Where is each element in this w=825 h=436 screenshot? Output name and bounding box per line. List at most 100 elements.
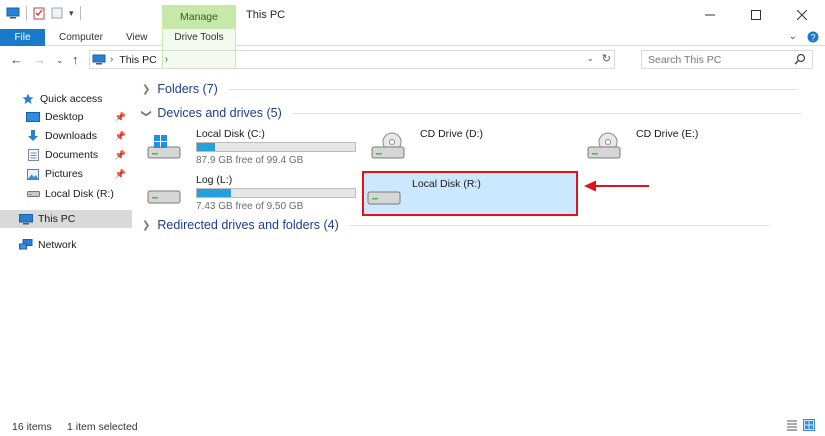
breadcrumb-chevron-icon[interactable]: ›: [165, 54, 168, 65]
ribbon-right-controls: ⌄ ?: [789, 31, 819, 43]
download-arrow-icon: [26, 130, 40, 142]
windows-drive-icon: [147, 135, 181, 159]
pin-icon[interactable]: 📌: [115, 169, 126, 180]
drive-log-l[interactable]: Log (L:) 7.43 GB free of 9.50 GB: [138, 170, 356, 212]
status-bar: 16 items 1 item selected: [0, 416, 825, 436]
cd-drive-icon: [371, 132, 405, 159]
minimize-icon: [705, 14, 715, 15]
navigation-pane: Quick access Desktop 📌 Downloads 📌 Docum…: [0, 74, 132, 404]
ribbon-tabs: File Computer View Drive Tools ⌄ ?: [0, 29, 825, 69]
desktop-folder-icon: [26, 111, 40, 123]
search-placeholder: Search This PC: [648, 53, 722, 66]
toolbar-divider: [26, 6, 27, 20]
search-icon: [794, 53, 806, 65]
tab-view[interactable]: View: [126, 29, 148, 46]
breadcrumb-this-pc[interactable]: This PC: [119, 54, 156, 66]
computer-icon: [92, 54, 106, 65]
computer-icon: [19, 213, 33, 225]
annotation-highlight-box: [362, 171, 578, 216]
address-bar[interactable]: › This PC › ⌄ ↻: [89, 50, 615, 69]
computer-icon[interactable]: [6, 7, 20, 19]
sidebar-item-network[interactable]: Network: [0, 236, 132, 254]
minimize-button[interactable]: [687, 0, 733, 29]
large-icons-view-icon[interactable]: [803, 419, 815, 431]
group-header-redirected[interactable]: ❯ Redirected drives and folders (4): [142, 218, 769, 232]
maximize-button[interactable]: [733, 0, 779, 29]
help-icon[interactable]: ?: [807, 31, 819, 43]
sidebar-item-this-pc[interactable]: This PC: [0, 210, 132, 228]
group-header-devices[interactable]: ❯ Devices and drives (5): [141, 106, 802, 120]
drive-icon: [26, 188, 40, 200]
customize-toolbar-icon[interactable]: ▾: [69, 8, 74, 19]
details-view-icon[interactable]: [786, 419, 798, 431]
properties-icon[interactable]: [33, 7, 45, 20]
quick-access-toolbar: ▾: [6, 6, 81, 20]
sidebar-item-label: Pictures: [45, 168, 83, 180]
sidebar-item-desktop[interactable]: Desktop 📌: [0, 108, 132, 126]
drive-cd-d[interactable]: CD Drive (D:): [362, 124, 542, 164]
drive-usage-bar: [196, 142, 356, 152]
star-icon: [21, 93, 35, 105]
tab-manage[interactable]: Manage: [162, 5, 236, 29]
item-count: 16 items: [12, 421, 52, 433]
pin-icon[interactable]: 📌: [115, 112, 126, 123]
pin-icon[interactable]: 📌: [115, 131, 126, 142]
maximize-icon: [751, 9, 761, 20]
forward-arrow-icon[interactable]: →: [33, 52, 46, 67]
sidebar-item-label: Documents: [45, 149, 99, 161]
recent-locations-icon[interactable]: ⌄: [56, 55, 64, 66]
tab-computer[interactable]: Computer: [59, 29, 103, 46]
drive-usage-fill: [197, 143, 216, 151]
sidebar-item-downloads[interactable]: Downloads 📌: [0, 127, 132, 145]
expand-chevron-icon[interactable]: ❯: [142, 220, 150, 231]
group-header-folders[interactable]: ❯ Folders (7): [142, 82, 798, 96]
new-folder-icon[interactable]: [51, 7, 63, 19]
window-controls: [687, 0, 825, 29]
window-title: This PC: [246, 9, 286, 21]
drive-cd-e[interactable]: CD Drive (E:): [578, 124, 758, 164]
collapse-chevron-icon[interactable]: ❯: [141, 109, 152, 117]
network-icon: [19, 239, 33, 251]
refresh-icon[interactable]: ↻: [602, 52, 611, 65]
group-header-label: Redirected drives and folders (4): [157, 218, 339, 232]
sidebar-item-label: Quick access: [40, 93, 103, 105]
breadcrumb-chevron-icon[interactable]: ›: [110, 54, 113, 65]
tab-file[interactable]: File: [0, 29, 45, 46]
content-pane: ❯ Folders (7) ❯ Devices and drives (5) L…: [138, 74, 818, 404]
pictures-icon: [26, 168, 40, 180]
search-input[interactable]: Search This PC: [641, 50, 813, 69]
pin-icon[interactable]: 📌: [115, 150, 126, 161]
view-toggle-group: [786, 419, 815, 431]
sidebar-item-pictures[interactable]: Pictures 📌: [0, 165, 132, 183]
group-header-label: Devices and drives (5): [157, 106, 282, 120]
drive-name: CD Drive (D:): [420, 128, 483, 140]
drive-name: Local Disk (C:): [196, 128, 265, 140]
title-bar: ▾ Manage This PC: [0, 0, 825, 29]
address-history-icon[interactable]: ⌄: [586, 53, 594, 64]
drive-usage-bar: [196, 188, 356, 198]
group-divider: [348, 224, 769, 226]
group-divider: [227, 88, 798, 90]
expand-ribbon-icon[interactable]: ⌄: [789, 31, 797, 43]
close-button[interactable]: [779, 0, 825, 29]
toolbar-divider: [79, 6, 81, 20]
group-header-label: Folders (7): [157, 82, 218, 96]
drive-local-disk-c[interactable]: Local Disk (C:) 87.9 GB free of 99.4 GB: [138, 124, 356, 166]
sidebar-item-label: This PC: [38, 213, 76, 225]
drive-free-space: 87.9 GB free of 99.4 GB: [196, 155, 304, 166]
up-arrow-icon[interactable]: ↑: [72, 52, 79, 67]
expand-chevron-icon[interactable]: ❯: [142, 84, 150, 95]
drive-free-space: 7.43 GB free of 9.50 GB: [196, 201, 304, 212]
address-row: ← → ⌄ ↑ › This PC › ⌄ ↻ Search This PC: [0, 47, 825, 74]
drive-usage-fill: [197, 189, 232, 197]
sidebar-item-label: Network: [38, 239, 77, 251]
sidebar-item-quick-access[interactable]: Quick access: [0, 90, 132, 108]
sidebar-item-label: Downloads: [45, 130, 97, 142]
drive-icon: [147, 190, 181, 204]
group-divider: [291, 112, 802, 114]
documents-icon: [26, 149, 40, 161]
sidebar-item-local-disk-r[interactable]: Local Disk (R:): [0, 185, 132, 203]
back-arrow-icon[interactable]: ←: [10, 52, 23, 67]
selection-count: 1 item selected: [67, 421, 138, 433]
sidebar-item-documents[interactable]: Documents 📌: [0, 146, 132, 164]
